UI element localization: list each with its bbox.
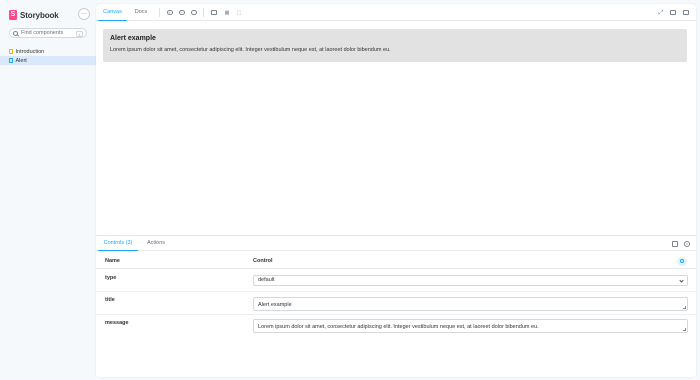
sidebar: S Storybook ··· Find components / Introd… [0, 0, 96, 380]
zoom-in-icon[interactable]: + [167, 9, 173, 15]
addons-panel: Controls (3) Actions × Name Control type… [96, 235, 696, 377]
main-panel: Canvas Docs + − ▦ ⬚ ⤢ Alert example Lore… [96, 4, 696, 377]
addon-tabs: Controls (3) Actions × [96, 236, 696, 251]
share-icon[interactable] [670, 9, 676, 15]
component-icon [9, 58, 13, 63]
document-icon [9, 49, 13, 54]
panel-orientation-icon[interactable] [672, 240, 678, 247]
search-shortcut-badge: / [76, 30, 83, 37]
ellipsis-icon: ··· [81, 11, 87, 17]
sidebar-item-label: Introduction [15, 48, 45, 55]
tab-canvas[interactable]: Canvas [98, 4, 127, 21]
search-input[interactable]: Find components / [9, 28, 87, 38]
title-textarea[interactable]: Alert example [253, 297, 688, 311]
type-select[interactable]: default [253, 275, 688, 286]
table-row: title Alert example [96, 292, 696, 315]
zoom-out-icon[interactable]: − [179, 9, 185, 15]
toolbar-divider [203, 8, 204, 17]
controls-table-header: Name Control [96, 253, 696, 269]
column-header-control: Control [253, 258, 273, 264]
zoom-reset-icon[interactable] [191, 9, 197, 15]
alert-component: Alert example Lorem ipsum dolor sit amet… [103, 29, 687, 62]
arg-name: title [105, 297, 115, 303]
reset-controls-button[interactable] [677, 256, 687, 266]
close-panel-icon[interactable]: × [684, 240, 690, 247]
tab-docs[interactable]: Docs [129, 4, 153, 21]
arg-name: message [105, 320, 129, 326]
copy-link-icon[interactable] [683, 9, 689, 15]
sidebar-item-introduction[interactable]: Introduction [0, 47, 96, 56]
storybook-logo-icon: S [9, 10, 17, 20]
chevron-down-icon [679, 277, 684, 283]
grid-icon[interactable]: ▦ [224, 10, 230, 16]
textarea-value: Lorem ipsum dolor sit amet, consectetur … [258, 323, 539, 330]
reset-icon [679, 258, 685, 264]
alert-title: Alert example [110, 35, 156, 42]
alert-message: Lorem ipsum dolor sit amet, consectetur … [110, 47, 391, 53]
toolbar-divider [159, 8, 160, 17]
sidebar-item-alert[interactable]: Alert [0, 56, 96, 65]
search-placeholder: Find components [21, 30, 64, 36]
tab-actions[interactable]: Actions [142, 236, 170, 251]
brand-name: Storybook [20, 10, 59, 20]
outline-icon[interactable]: ⬚ [236, 10, 242, 16]
select-value: default [258, 277, 275, 283]
arg-name: type [105, 275, 117, 281]
sidebar-item-label: Alert [15, 57, 27, 64]
fullscreen-icon[interactable]: ⤢ [658, 10, 664, 16]
textarea-value: Alert example [258, 301, 292, 308]
table-row: type default [96, 270, 696, 292]
tab-controls[interactable]: Controls (3) [98, 236, 138, 251]
search-icon [13, 30, 18, 36]
sidebar-menu-button[interactable]: ··· [78, 8, 90, 20]
table-row: message Lorem ipsum dolor sit amet, cons… [96, 315, 696, 339]
background-icon[interactable] [211, 9, 217, 15]
resize-grip-icon[interactable] [682, 305, 686, 309]
preview-canvas: Alert example Lorem ipsum dolor sit amet… [96, 21, 696, 235]
toolbar: Canvas Docs + − ▦ ⬚ ⤢ [96, 4, 696, 21]
resize-grip-icon[interactable] [682, 327, 686, 331]
storybook-brand[interactable]: S Storybook [9, 9, 59, 21]
message-textarea[interactable]: Lorem ipsum dolor sit amet, consectetur … [253, 319, 688, 333]
column-header-name: Name [105, 258, 120, 264]
